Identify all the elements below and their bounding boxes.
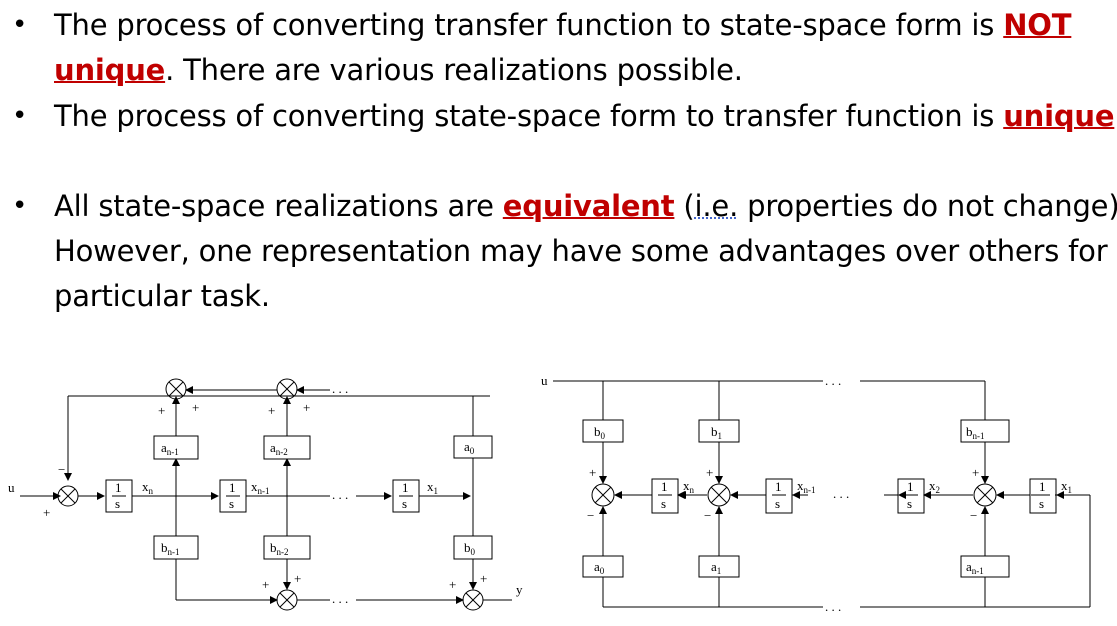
svg-text:x1: x1 (427, 479, 438, 496)
right-observable-diagram (553, 380, 1091, 608)
svg-text:1: 1 (775, 479, 782, 494)
svg-text:+: + (158, 403, 165, 418)
svg-text:s: s (229, 496, 234, 511)
svg-text:+: + (480, 571, 487, 586)
svg-text:xn: xn (683, 478, 695, 495)
svg-text:1: 1 (229, 480, 236, 495)
svg-text:s: s (402, 496, 407, 511)
svg-text:s: s (115, 496, 120, 511)
svg-text:xn: xn (142, 479, 154, 496)
svg-text:x1: x1 (1061, 478, 1072, 495)
svg-text:1: 1 (402, 480, 409, 495)
svg-text:. . .: . . . (825, 373, 841, 388)
svg-text:−: − (970, 508, 977, 523)
svg-text:x2: x2 (929, 478, 940, 495)
svg-text:+: + (589, 465, 596, 480)
svg-text:1: 1 (661, 479, 668, 494)
svg-text:+: + (972, 465, 979, 480)
svg-text:1: 1 (115, 480, 122, 495)
input-u-label-right: u (541, 373, 548, 388)
svg-text:+: + (449, 577, 456, 592)
svg-text:s: s (775, 496, 780, 511)
svg-text:+: + (268, 403, 275, 418)
svg-text:+: + (294, 571, 301, 586)
svg-text:. . .: . . . (332, 591, 348, 606)
svg-text:. . .: . . . (332, 381, 348, 396)
left-diagram-labels: u y 1s 1s 1s xn xn-1 x1 an-1 an-2 a0 bn-… (8, 381, 523, 606)
svg-text:+: + (43, 505, 50, 520)
svg-text:xn-1: xn-1 (251, 479, 270, 496)
block-diagrams: u y 1s 1s 1s xn xn-1 x1 an-1 an-2 a0 bn-… (8, 373, 1091, 614)
output-y-label: y (516, 582, 523, 597)
svg-text:xn-1: xn-1 (797, 478, 816, 495)
right-diagram-labels: u 1s 1s 1s 1s xn xn-1 x2 x1 b0 b1 bn-1 a… (541, 373, 1072, 614)
svg-text:s: s (907, 496, 912, 511)
svg-text:−: − (58, 462, 65, 477)
svg-text:. . .: . . . (332, 487, 348, 502)
svg-text:1: 1 (1039, 479, 1046, 494)
svg-text:−: − (704, 508, 711, 523)
svg-text:s: s (1039, 496, 1044, 511)
input-u-label: u (8, 480, 15, 495)
svg-text:+: + (192, 400, 199, 415)
svg-text:. . .: . . . (833, 486, 849, 501)
svg-text:+: + (262, 577, 269, 592)
svg-text:1: 1 (907, 479, 914, 494)
svg-text:. . .: . . . (825, 599, 841, 614)
svg-text:+: + (303, 400, 310, 415)
svg-text:−: − (587, 508, 594, 523)
svg-text:s: s (661, 496, 666, 511)
svg-text:+: + (706, 465, 713, 480)
